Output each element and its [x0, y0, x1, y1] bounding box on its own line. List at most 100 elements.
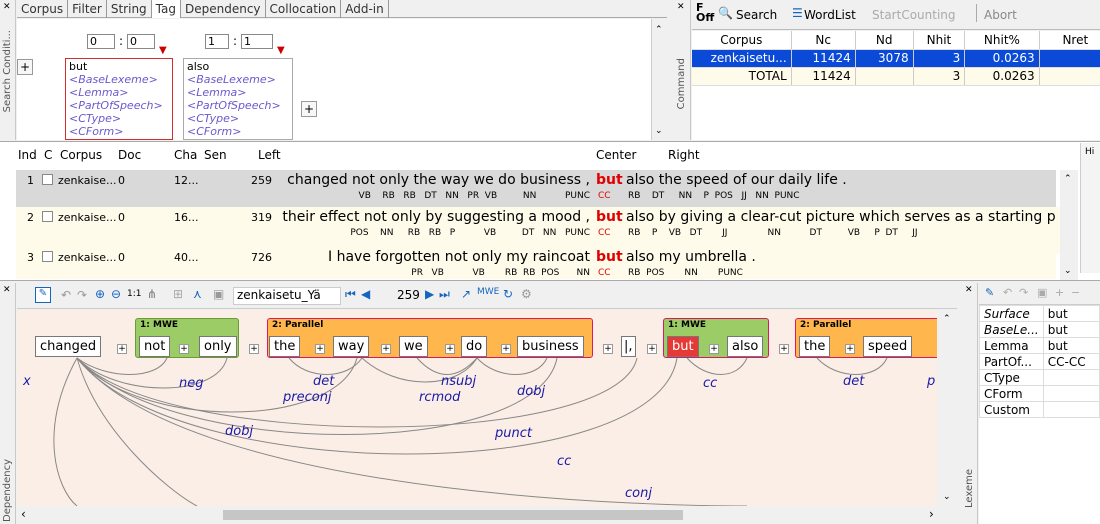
tab-tag[interactable]: Tag	[151, 0, 181, 18]
triangle-down-icon[interactable]: ▼	[277, 45, 285, 56]
prop-value[interactable]: but	[1042, 337, 1100, 354]
header-c[interactable]: C	[44, 148, 52, 162]
close-icon[interactable]: ✕	[965, 285, 973, 295]
history-tab[interactable]: Hi	[1085, 147, 1094, 157]
chevron-up-icon[interactable]: ⌃	[655, 25, 663, 35]
row-checkbox[interactable]	[42, 174, 53, 185]
lexeme-row[interactable]: CForm	[979, 385, 1100, 402]
tab-add-in[interactable]: Add-in	[341, 0, 389, 18]
col-corpus[interactable]: Corpus	[692, 31, 792, 50]
chevron-left-icon[interactable]: ‹	[21, 507, 26, 521]
relation-label[interactable]: det	[313, 374, 334, 389]
lexeme-row[interactable]: BaseLe... but	[979, 321, 1100, 338]
relation-label[interactable]: dobj	[225, 424, 253, 439]
col2-item[interactable]: <PartOfSpeech>	[187, 99, 289, 112]
chevron-down-icon[interactable]: ⌄	[1064, 266, 1072, 276]
lexeme-row[interactable]: CType	[979, 369, 1100, 386]
layout-icon[interactable]: ⊞	[173, 287, 183, 301]
header-cha[interactable]: Cha	[174, 148, 197, 162]
col2-from-input[interactable]: 1	[205, 34, 229, 49]
col2-item[interactable]: <Lemma>	[187, 86, 289, 99]
stats-row-total[interactable]: TOTAL 11424 3 0.0263 3	[692, 67, 1100, 86]
prop-value[interactable]: but	[1042, 305, 1100, 322]
search-button[interactable]: Search	[736, 8, 777, 22]
corpus-name-field[interactable]: zenkaisetu_Yä	[233, 287, 341, 305]
relation-label[interactable]: nsubj	[441, 374, 476, 389]
col-nc[interactable]: Nc	[791, 31, 856, 50]
header-sen[interactable]: Sen	[204, 148, 227, 162]
relation-label[interactable]: p	[927, 374, 935, 389]
header-left[interactable]: Left	[258, 148, 281, 162]
row-checkbox[interactable]	[42, 251, 53, 262]
stats-row-selected[interactable]: zenkaisetu... 11424 3078 3 0.0263 3	[692, 49, 1100, 68]
search-icon[interactable]: 🔍	[718, 6, 733, 20]
sentence-number[interactable]: 259	[397, 288, 420, 302]
lexeme-row[interactable]: PartOf... CC-CC	[979, 353, 1100, 370]
col1-item[interactable]: <CForm>	[69, 125, 169, 138]
zoom-in-icon[interactable]: ⊕	[95, 287, 105, 301]
chevron-up-icon[interactable]: ⌃	[1064, 174, 1072, 184]
col1-from-input[interactable]: 0	[87, 34, 115, 49]
prop-value[interactable]	[1042, 385, 1100, 402]
search-scrollbar[interactable]: ⌃ ⌄	[651, 19, 667, 140]
relation-label[interactable]: neg	[179, 376, 204, 391]
relation-label[interactable]: det	[843, 374, 864, 389]
relation-label[interactable]: cc	[557, 454, 571, 469]
prop-value[interactable]: CC-CC	[1042, 353, 1100, 370]
lexeme-row[interactable]: Surface but	[979, 305, 1100, 322]
zoom-out-icon[interactable]: ⊖	[111, 287, 121, 301]
col1-item[interactable]: <BaseLexeme>	[69, 73, 169, 86]
add-icon[interactable]: +	[1055, 286, 1064, 299]
prop-value[interactable]	[1042, 369, 1100, 386]
triangle-down-icon[interactable]: ▼	[159, 45, 167, 56]
add-left-button[interactable]: +	[17, 59, 33, 75]
row-checkbox[interactable]	[42, 211, 53, 222]
abort-button[interactable]: Abort	[984, 8, 1017, 22]
tree-icon[interactable]: ⋔	[147, 287, 157, 301]
col1-item[interactable]: <PartOfSpeech>	[69, 99, 169, 112]
dependency-hscroll[interactable]: ‹ ›	[17, 506, 957, 524]
col2-tag-list[interactable]: also <BaseLexeme> <Lemma> <PartOfSpeech>…	[183, 58, 293, 140]
arrow-icon[interactable]: ↗	[461, 287, 471, 301]
chevron-up-icon[interactable]: ⌃	[943, 314, 951, 324]
col2-item[interactable]: <CForm>	[187, 125, 289, 138]
next-icon[interactable]: ▶	[425, 287, 434, 301]
startcounting-button[interactable]: StartCounting	[872, 8, 956, 22]
col-nhit[interactable]: Nhit	[913, 31, 966, 50]
relation-label[interactable]: punct	[495, 426, 532, 441]
actual-size-icon[interactable]: 1:1	[127, 289, 141, 299]
settings-icon[interactable]: ⚙	[521, 287, 532, 301]
col1-to-input[interactable]: 0	[127, 34, 155, 49]
chevron-down-icon[interactable]: ⌄	[655, 126, 663, 136]
col-nret[interactable]: Nret	[1039, 31, 1100, 50]
save-icon[interactable]: ▣	[1037, 286, 1047, 299]
last-icon[interactable]: ⏭	[439, 287, 450, 302]
dependency-vscroll[interactable]: ⌃ ⌄	[937, 310, 957, 506]
close-icon[interactable]: ✕	[3, 2, 11, 12]
redo-icon[interactable]: ↷	[77, 288, 87, 302]
lexeme-row[interactable]: Custom	[979, 401, 1100, 418]
tab-filter[interactable]: Filter	[68, 0, 107, 18]
lexeme-row[interactable]: Lemma but	[979, 337, 1100, 354]
list-icon[interactable]: ☰	[792, 6, 803, 20]
col2-item[interactable]: <CType>	[187, 112, 289, 125]
redo-icon[interactable]: ↷	[1019, 286, 1028, 299]
scroll-thumb[interactable]	[223, 510, 683, 520]
col2-to-input[interactable]: 1	[241, 34, 273, 49]
remove-icon[interactable]: −	[1071, 286, 1080, 299]
col1-item[interactable]: <CType>	[69, 112, 169, 125]
refresh-icon[interactable]: ↻	[503, 287, 513, 301]
prop-value[interactable]: but	[1042, 321, 1100, 338]
previous-icon[interactable]: ◀	[361, 287, 370, 301]
relation-label[interactable]: preconj	[283, 390, 332, 405]
relation-label[interactable]: dobj	[517, 384, 545, 399]
prop-value[interactable]	[1042, 401, 1100, 418]
kwic-scrollbar[interactable]: ⌃ ⌄	[1060, 170, 1078, 280]
undo-icon[interactable]: ↶	[1003, 286, 1012, 299]
add-right-button[interactable]: +	[301, 101, 317, 117]
edit-icon[interactable]: ✎	[35, 287, 51, 303]
chevron-right-icon[interactable]: ›	[929, 507, 934, 521]
header-right[interactable]: Right	[668, 148, 700, 162]
col2-item[interactable]: <BaseLexeme>	[187, 73, 289, 86]
hierarchy-icon[interactable]: ⋏	[193, 287, 202, 301]
